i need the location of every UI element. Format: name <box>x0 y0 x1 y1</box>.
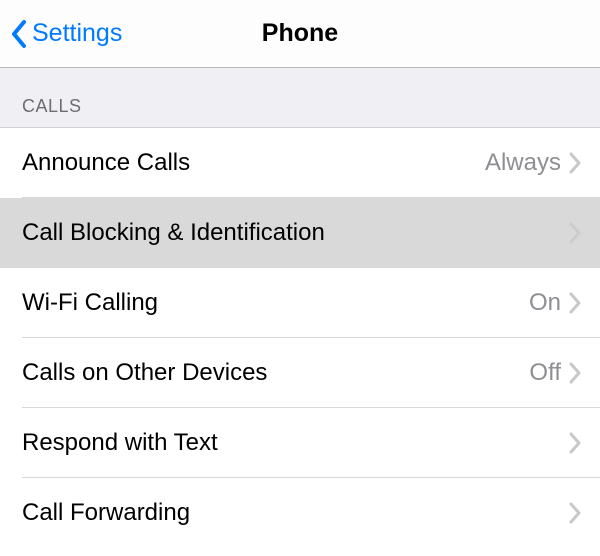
section-header-calls: CALLS <box>0 68 600 128</box>
chevron-right-icon <box>569 502 582 524</box>
back-button[interactable]: Settings <box>0 19 122 49</box>
row-call-blocking-identification[interactable]: Call Blocking & Identification <box>0 198 600 268</box>
row-calls-other-devices[interactable]: Calls on Other Devices Off <box>0 338 600 408</box>
row-label: Respond with Text <box>22 429 561 457</box>
row-label: Call Blocking & Identification <box>22 219 561 247</box>
row-call-forwarding[interactable]: Call Forwarding <box>0 478 600 548</box>
row-label: Call Forwarding <box>22 499 561 527</box>
chevron-right-icon <box>569 362 582 384</box>
nav-bar: Settings Phone <box>0 0 600 68</box>
chevron-left-icon <box>10 19 28 49</box>
row-value: Always <box>485 149 561 177</box>
row-label: Announce Calls <box>22 149 485 177</box>
row-announce-calls[interactable]: Announce Calls Always <box>0 128 600 198</box>
chevron-right-icon <box>569 152 582 174</box>
row-value: Off <box>529 359 561 387</box>
row-wifi-calling[interactable]: Wi-Fi Calling On <box>0 268 600 338</box>
row-value: On <box>529 289 561 317</box>
chevron-right-icon <box>569 292 582 314</box>
chevron-right-icon <box>569 222 582 244</box>
row-respond-with-text[interactable]: Respond with Text <box>0 408 600 478</box>
row-label: Wi-Fi Calling <box>22 289 529 317</box>
back-label: Settings <box>32 19 122 48</box>
row-label: Calls on Other Devices <box>22 359 529 387</box>
chevron-right-icon <box>569 432 582 454</box>
